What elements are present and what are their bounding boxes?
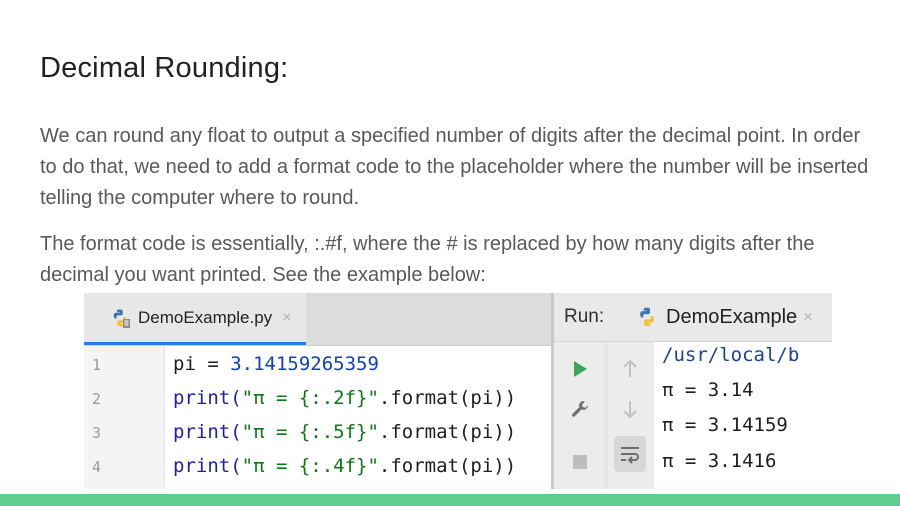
run-panel-header: Run: DemoExample × bbox=[554, 293, 832, 342]
run-label: Run: bbox=[564, 306, 605, 327]
format-code-paragraph: The format code is essentially, :.#f, wh… bbox=[40, 233, 815, 286]
close-icon[interactable]: × bbox=[803, 307, 813, 327]
intro-paragraph: We can round any float to output a speci… bbox=[40, 125, 869, 209]
console-line: π = 3.14 bbox=[662, 379, 754, 401]
code-token: .format(pi)) bbox=[378, 455, 517, 477]
run-panel: Run: DemoExample × /usr/local/b π = 3.14… bbox=[554, 293, 832, 489]
code-editor: DemoExample.py × 1 pi = 3.14159265359 2 pri… bbox=[84, 293, 551, 489]
down-arrow-icon[interactable] bbox=[618, 397, 642, 421]
editor-tab-bar: DemoExample.py × bbox=[84, 293, 551, 346]
code-line: print("π = {:.4f}".format(pi)) bbox=[173, 455, 516, 477]
python-file-icon bbox=[113, 309, 130, 328]
line-number: 4 bbox=[92, 458, 102, 476]
slide-title: Decimal Rounding: bbox=[40, 52, 289, 84]
code-token: "π = {:.4f}" bbox=[241, 455, 379, 477]
line-number: 3 bbox=[92, 424, 102, 442]
code-token: pi = bbox=[173, 353, 231, 375]
code-token: print( bbox=[173, 387, 242, 409]
play-icon[interactable] bbox=[568, 357, 592, 381]
code-line: pi = 3.14159265359 bbox=[173, 353, 379, 375]
code-line: print("π = {:.5f}".format(pi)) bbox=[173, 421, 516, 443]
editor-tab-label: DemoExample.py bbox=[138, 307, 273, 327]
code-token: print( bbox=[173, 455, 242, 477]
console-line: π = 3.1416 bbox=[662, 450, 777, 472]
run-tab[interactable]: DemoExample × bbox=[636, 302, 813, 332]
up-arrow-icon[interactable] bbox=[618, 357, 642, 381]
soft-wrap-icon[interactable] bbox=[614, 436, 646, 472]
code-token: .format(pi)) bbox=[378, 387, 517, 409]
code-token: "π = {:.5f}" bbox=[241, 421, 379, 443]
wrench-icon[interactable] bbox=[568, 397, 592, 421]
console-line: π = 3.14159 bbox=[662, 414, 788, 436]
code-token: "π = {:.2f}" bbox=[241, 387, 379, 409]
line-number: 1 bbox=[92, 356, 102, 374]
code-token: print( bbox=[173, 421, 242, 443]
bottom-accent-bar bbox=[0, 494, 900, 506]
ide-screenshot: DemoExample.py × 1 pi = 3.14159265359 2 pri… bbox=[84, 293, 832, 489]
code-line: print("π = {:.2f}".format(pi)) bbox=[173, 387, 516, 409]
close-icon[interactable]: × bbox=[282, 309, 291, 327]
code-token: .format(pi)) bbox=[378, 421, 517, 443]
code-token: 3.14159265359 bbox=[230, 353, 379, 375]
python-icon bbox=[640, 307, 654, 327]
editor-file-tab[interactable]: DemoExample.py × bbox=[84, 293, 306, 345]
stop-icon[interactable] bbox=[568, 450, 592, 474]
toolbar-separator bbox=[606, 342, 607, 489]
console-line: /usr/local/b bbox=[662, 344, 800, 366]
run-tab-label: DemoExample bbox=[666, 305, 798, 328]
line-number: 2 bbox=[92, 390, 102, 408]
